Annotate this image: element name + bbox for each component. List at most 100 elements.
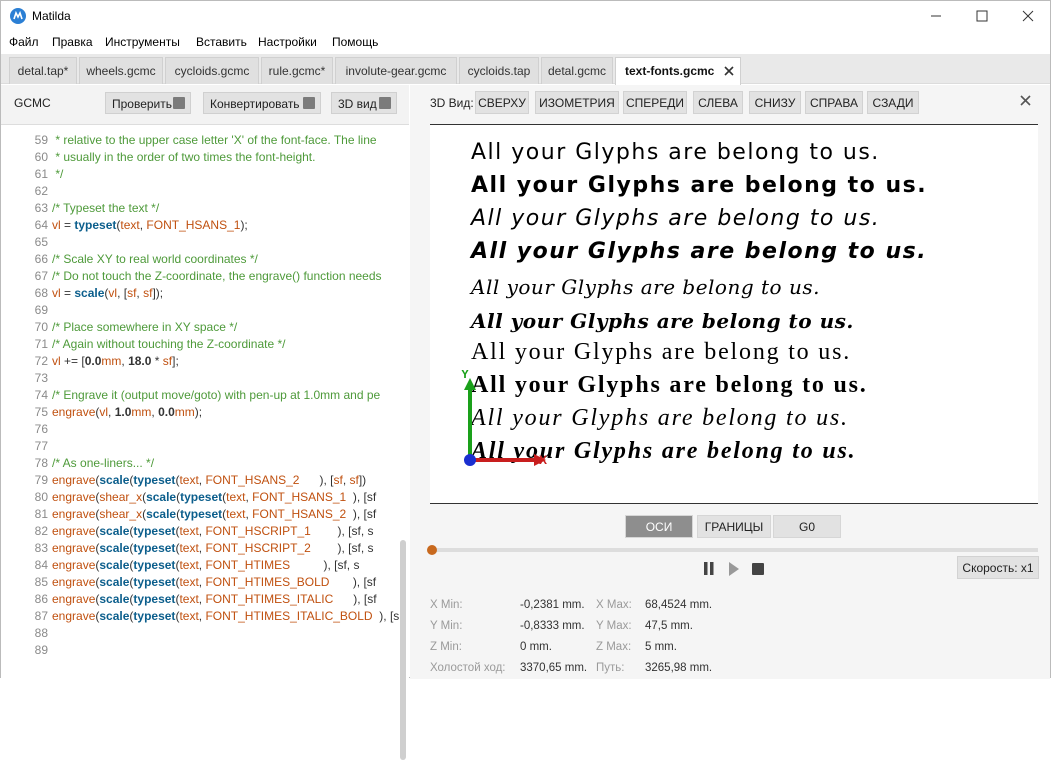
line-number: 88	[34, 626, 48, 640]
line-number: 66	[34, 252, 48, 266]
line-text: vl = scale(vl, [sf, sf]);	[52, 286, 164, 300]
view-left-button[interactable]: СЛЕВА	[693, 91, 743, 114]
line-text: */	[52, 167, 64, 181]
stop-icon[interactable]	[752, 563, 764, 575]
check-button[interactable]: Проверить	[105, 92, 191, 114]
line-number: 76	[34, 422, 48, 436]
app-logo-icon	[10, 8, 26, 24]
close-tab-icon[interactable]	[724, 65, 734, 79]
glyph-line-hsans-2-shear: All your Glyphs are belong to us.	[471, 239, 928, 264]
mode-g0-tab[interactable]: G0	[773, 515, 841, 538]
view-right-button[interactable]: СПРАВА	[805, 91, 863, 114]
line-text: engrave(shear_x(scale(typeset(text, FONT…	[52, 507, 377, 521]
rapid-travel-value: 3370,65 mm.	[520, 662, 588, 674]
line-text: engrave(scale(typeset(text, FONT_HTIMES_…	[52, 609, 399, 623]
viewer-panel: 3D Вид: СВЕРХУ ИЗОМЕТРИЯ СПЕРЕДИ СЛЕВА С…	[410, 85, 1050, 679]
line-text: engrave(scale(typeset(text, FONT_HTIMES_…	[52, 575, 377, 589]
play-icon[interactable]	[729, 562, 739, 576]
speed-button[interactable]: Скорость: x1	[957, 556, 1039, 579]
close-window-button[interactable]	[1005, 1, 1051, 31]
code-editor[interactable]: 59 * relative to the upper case letter '…	[1, 133, 399, 679]
line-number: 71	[34, 337, 48, 351]
tab-label: detal.tap*	[17, 64, 69, 78]
line-number: 85	[34, 575, 48, 589]
line-number: 82	[34, 524, 48, 538]
line-text: engrave(scale(typeset(text, FONT_HTIMES …	[52, 558, 360, 572]
menu-tools[interactable]: Инструменты	[105, 35, 180, 49]
tab-label: involute-gear.gcmc	[345, 64, 447, 78]
path-length-label: Путь:	[596, 662, 625, 674]
menu-edit[interactable]: Правка	[52, 35, 93, 49]
mode-bounds-tab[interactable]: ГРАНИЦЫ	[697, 515, 771, 538]
tab-detal-gcmc[interactable]: detal.gcmc	[541, 57, 613, 84]
tab-label: cycloids.tap	[467, 64, 531, 78]
tab-text-fonts-gcmc[interactable]: text-fonts.gcmc	[615, 57, 741, 85]
playback-controls	[704, 562, 764, 576]
editor-scrollbar[interactable]	[400, 540, 406, 760]
line-text: /* Do not touch the Z-coordinate, the en…	[52, 269, 382, 283]
line-number: 73	[34, 371, 48, 385]
tab-label: wheels.gcmc	[86, 64, 156, 78]
tab-label: rule.gcmc*	[268, 64, 326, 78]
line-number: 65	[34, 235, 48, 249]
pause-icon[interactable]	[710, 562, 714, 575]
tab-cycloids-gcmc[interactable]: cycloids.gcmc	[165, 57, 259, 84]
tab-label: detal.gcmc	[547, 64, 607, 78]
close-view-icon[interactable]	[1020, 95, 1031, 109]
timeline-handle[interactable]	[427, 545, 437, 555]
line-text: engrave(scale(typeset(text, FONT_HTIMES_…	[52, 592, 377, 606]
tab-label: cycloids.gcmc	[174, 64, 250, 78]
line-number: 78	[34, 456, 48, 470]
minimize-button[interactable]	[913, 1, 959, 31]
view-front-button[interactable]: СПЕРЕДИ	[623, 91, 687, 114]
line-text: engrave(shear_x(scale(typeset(text, FONT…	[52, 490, 377, 504]
tab-wheels-gcmc[interactable]: wheels.gcmc	[79, 57, 163, 84]
menu-settings[interactable]: Настройки	[258, 35, 317, 49]
line-text: /* Scale XY to real world coordinates */	[52, 252, 258, 266]
mode-axes-tab[interactable]: ОСИ	[625, 515, 693, 538]
x-max-value: 68,4524 mm.	[645, 599, 713, 611]
menu-help[interactable]: Помощь	[332, 35, 378, 49]
tab-detal-tap[interactable]: detal.tap*	[9, 57, 77, 84]
line-text: /* Engrave it (output move/goto) with pe…	[52, 388, 381, 402]
menu-insert[interactable]: Вставить	[196, 35, 247, 49]
rapid-travel-label: Холостой ход:	[430, 662, 506, 674]
convert-button[interactable]: Конвертировать	[203, 92, 321, 114]
menu-file[interactable]: Файл	[9, 35, 39, 49]
playback-timeline[interactable]	[427, 545, 1038, 555]
line-text: engrave(scale(typeset(text, FONT_HSANS_2…	[52, 473, 367, 487]
y-max-label: Y Max:	[596, 620, 632, 632]
maximize-button[interactable]	[959, 1, 1005, 31]
3d-viewport[interactable]: All your Glyphs are belong to us. All yo…	[430, 124, 1038, 504]
line-number: 89	[34, 643, 48, 657]
line-number: 72	[34, 354, 48, 368]
line-number: 70	[34, 320, 48, 334]
tab-cycloids-tap[interactable]: cycloids.tap	[459, 57, 539, 84]
view-back-button[interactable]: СЗАДИ	[867, 91, 919, 114]
tab-rule-gcmc[interactable]: rule.gcmc*	[261, 57, 333, 84]
view-bottom-button[interactable]: СНИЗУ	[749, 91, 801, 114]
line-text: /* Typeset the text */	[52, 201, 160, 215]
line-text: engrave(vl, 1.0mm, 0.0mm);	[52, 405, 203, 419]
line-number: 67	[34, 269, 48, 283]
view3d-button[interactable]: 3D вид	[331, 92, 397, 114]
line-number: 64	[34, 218, 48, 232]
y-min-label: Y Min:	[430, 620, 463, 632]
z-axis-dot	[464, 454, 476, 466]
tab-involute-gear-gcmc[interactable]: involute-gear.gcmc	[335, 57, 457, 84]
line-text: /* Again without touching the Z-coordina…	[52, 337, 286, 351]
y-axis-label: Y	[461, 370, 469, 381]
language-label: GCMC	[14, 96, 51, 110]
axes-gizmo: Y X	[461, 370, 547, 467]
view-isometric-button[interactable]: ИЗОМЕТРИЯ	[535, 91, 619, 114]
glyph-line-hsans-1-shear: All your Glyphs are belong to us.	[471, 206, 881, 231]
line-number: 59	[34, 133, 48, 147]
line-number: 60	[34, 150, 48, 164]
view-top-button[interactable]: СВЕРХУ	[475, 91, 529, 114]
line-number: 79	[34, 473, 48, 487]
line-number: 69	[34, 303, 48, 317]
line-text: * relative to the upper case letter 'X' …	[52, 133, 377, 147]
pause-icon[interactable]	[704, 562, 708, 575]
line-number: 81	[34, 507, 48, 521]
line-text: vl = typeset(text, FONT_HSANS_1);	[52, 218, 248, 232]
